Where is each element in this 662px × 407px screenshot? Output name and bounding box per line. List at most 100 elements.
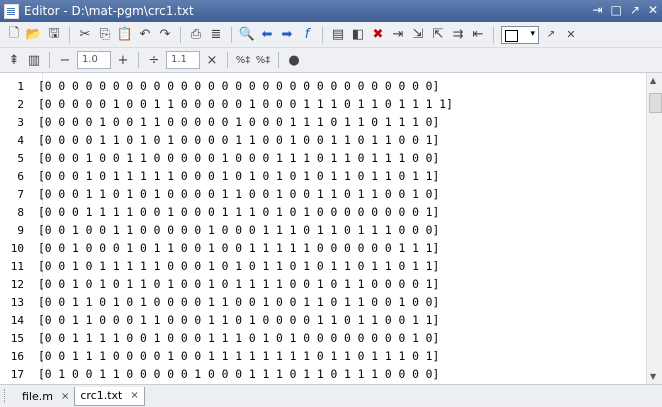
undock-button[interactable]: ⇥ — [592, 3, 602, 17]
line-text[interactable]: [0 0 1 0 1 0 1 1 0 1 0 0 1 0 1 1 1 1 0 0… — [38, 278, 439, 291]
step-in-icon[interactable]: ⇲ — [410, 27, 426, 43]
close-tab-icon[interactable]: × — [130, 390, 138, 401]
line-text[interactable]: [0 0 1 0 1 1 1 1 1 0 0 0 1 0 1 0 1 1 0 1… — [38, 260, 439, 273]
code-line: 1 [0 0 0 0 0 0 0 0 0 0 0 0 0 0 0 0 0 0 0 … — [0, 77, 640, 95]
plus-icon[interactable]: + — [115, 52, 131, 68]
chevron-down-icon: ▾ — [530, 28, 535, 39]
line-text[interactable]: [0 1 0 0 1 1 0 0 0 0 0 1 0 0 0 1 1 1 0 1… — [38, 368, 439, 381]
step-icon[interactable]: ⇥ — [390, 27, 406, 43]
line-number: 15 — [10, 331, 24, 345]
breakpoint-clear-icon[interactable]: ✖ — [370, 27, 386, 43]
separator — [322, 26, 323, 43]
window-title: Editor - D:\mat-pgm\crc1.txt — [24, 4, 194, 18]
undock-icon[interactable]: ↗ — [543, 27, 559, 43]
line-text[interactable]: [0 0 1 1 1 1 0 0 1 0 0 0 1 1 1 0 1 0 1 0… — [38, 332, 439, 345]
code-line: 12 [0 0 1 0 1 0 1 1 0 1 0 0 1 0 1 1 1 1 0… — [0, 275, 640, 293]
separator — [493, 26, 494, 43]
document-tabs: file.m × crc1.txt × — [0, 384, 662, 407]
close-window-button[interactable]: ✕ — [648, 3, 658, 17]
separator — [49, 52, 50, 68]
line-number: 2 — [17, 97, 24, 111]
main-toolbar: 🗋 📂 🖫 ✂ ⎘ 📋 ↶ ↷ ⎙ ≣ 🔍 ⬅ ➡ f ▤ ◧ ✖ ⇥ ⇲ ⇱ … — [0, 22, 662, 48]
new-file-icon[interactable]: 🗋 — [6, 26, 22, 43]
line-number: 12 — [10, 277, 24, 291]
find-icon[interactable]: 🔍 — [239, 27, 255, 43]
redo-icon[interactable]: ↷ — [157, 27, 173, 43]
print-icon[interactable]: ⎙ — [188, 27, 204, 43]
line-text[interactable]: [0 0 0 0 1 1 0 1 0 1 0 0 0 0 1 1 0 0 1 0… — [38, 134, 439, 147]
line-text[interactable]: [0 0 0 1 1 0 1 0 1 0 0 0 0 1 1 0 0 1 0 0… — [38, 188, 439, 201]
layout-dropdown[interactable]: ▾ — [501, 25, 539, 44]
separator — [180, 26, 181, 43]
vertical-scrollbar[interactable]: ▲ ▼ — [646, 73, 662, 384]
publish-icon[interactable]: ● — [286, 52, 302, 68]
line-number: 14 — [10, 313, 24, 327]
title-bar: Editor - D:\mat-pgm\crc1.txt ⇥ □ ↗ ✕ — [0, 0, 662, 22]
breakpoint-set-icon[interactable]: ◧ — [350, 27, 366, 43]
line-text[interactable]: [0 0 1 0 0 0 1 0 1 1 0 0 1 0 0 1 1 1 1 1… — [38, 242, 439, 255]
cell-eval-icon[interactable]: ▥ — [26, 52, 42, 68]
divide-icon[interactable]: ÷ — [146, 52, 162, 68]
line-text[interactable]: [0 0 0 1 0 0 1 1 0 0 0 0 0 1 0 0 0 1 1 1… — [38, 152, 439, 165]
line-text[interactable]: [0 0 0 0 1 0 0 1 1 0 0 0 0 0 1 0 0 0 1 1… — [38, 116, 439, 129]
editor-area[interactable]: 1 [0 0 0 0 0 0 0 0 0 0 0 0 0 0 0 0 0 0 0 … — [0, 73, 662, 384]
step-out-icon[interactable]: ⇱ — [430, 27, 446, 43]
line-text[interactable]: [0 0 0 0 0 0 0 0 0 0 0 0 0 0 0 0 0 0 0 0… — [38, 80, 439, 93]
scrollbar-thumb[interactable] — [649, 93, 662, 113]
cell-toolbar: ⇞ ▥ − 1.0 + ÷ 1.1 × %‡ %‡ ● — [0, 48, 662, 73]
line-text[interactable]: [0 0 1 1 0 0 0 1 1 0 0 0 1 1 0 1 0 0 0 0… — [38, 314, 439, 327]
restore-button[interactable]: ↗ — [630, 3, 640, 17]
line-text[interactable]: [0 0 1 0 0 1 1 0 0 0 0 0 1 0 0 0 1 1 1 0… — [38, 224, 439, 237]
comment-icon[interactable]: %‡ — [235, 52, 251, 68]
line-text[interactable]: [0 0 0 1 0 1 1 1 1 1 0 0 0 1 0 1 0 1 0 1… — [38, 170, 439, 183]
tab-crc1-txt[interactable]: crc1.txt × — [74, 386, 145, 406]
cell-mode-icon[interactable]: ▤ — [330, 27, 346, 43]
code-line: 6 [0 0 0 1 0 1 1 1 1 1 0 0 0 1 0 1 0 1 0 … — [0, 167, 640, 185]
multiply-icon[interactable]: × — [204, 52, 220, 68]
cell-run-icon[interactable]: ⇞ — [6, 52, 22, 68]
line-text[interactable]: [0 0 1 1 0 1 0 1 0 0 0 0 1 1 0 0 1 0 0 1… — [38, 296, 439, 309]
continue-icon[interactable]: ⇉ — [450, 27, 466, 43]
save-icon[interactable]: 🖫 — [46, 26, 62, 43]
code-line: 8 [0 0 0 1 1 1 1 0 0 1 0 0 0 1 1 1 0 1 0 … — [0, 203, 640, 221]
separator — [227, 52, 228, 68]
undo-icon[interactable]: ↶ — [137, 27, 153, 43]
line-text[interactable]: [0 0 0 1 1 1 1 0 0 1 0 0 0 1 1 1 0 1 0 1… — [38, 206, 439, 219]
tab-file-m[interactable]: file.m × — [17, 387, 74, 405]
line-number: 1 — [17, 79, 24, 93]
close-icon[interactable]: ✕ — [563, 27, 579, 43]
line-number: 5 — [17, 151, 24, 165]
compare-icon[interactable]: ≣ — [208, 27, 224, 43]
code-line: 7 [0 0 0 1 1 0 1 0 1 0 0 0 0 1 1 0 0 1 0 … — [0, 185, 640, 203]
tab-label[interactable]: file.m — [22, 390, 53, 403]
uncomment-icon[interactable]: %‡ — [255, 52, 271, 68]
exit-debug-icon[interactable]: ⇤ — [470, 27, 486, 43]
line-text[interactable]: [0 0 1 1 1 0 0 0 0 1 0 0 1 1 1 1 1 1 1 1… — [38, 350, 439, 363]
code-line: 5 [0 0 0 1 0 0 1 1 0 0 0 0 0 1 0 0 0 1 1 … — [0, 149, 640, 167]
function-icon[interactable]: f — [299, 27, 315, 43]
close-tab-icon[interactable]: × — [61, 391, 69, 402]
editor-app-icon — [4, 3, 19, 19]
code-line: 9 [0 0 1 0 0 1 1 0 0 0 0 0 1 0 0 0 1 1 1 … — [0, 221, 640, 239]
code-line: 3 [0 0 0 0 1 0 0 1 1 0 0 0 0 0 1 0 0 0 1 … — [0, 113, 640, 131]
maximize-button[interactable]: □ — [611, 3, 622, 17]
decrement-value-input[interactable]: 1.0 — [77, 51, 111, 69]
line-number: 6 — [17, 169, 24, 183]
increment-value-input[interactable]: 1.1 — [166, 51, 200, 69]
line-number: 13 — [10, 295, 24, 309]
line-number: 4 — [17, 133, 24, 147]
scroll-up-icon[interactable]: ▲ — [650, 76, 656, 85]
tab-label[interactable]: crc1.txt — [80, 389, 122, 402]
tab-grip — [4, 389, 11, 403]
forward-icon[interactable]: ➡ — [279, 27, 295, 43]
back-icon[interactable]: ⬅ — [259, 27, 275, 43]
copy-icon[interactable]: ⎘ — [97, 27, 113, 43]
layout-square-icon — [505, 29, 518, 42]
minus-icon[interactable]: − — [57, 52, 73, 68]
cut-icon[interactable]: ✂ — [77, 27, 93, 43]
line-text[interactable]: [0 0 0 0 0 1 0 0 1 1 0 0 0 0 0 1 0 0 0 1… — [38, 98, 453, 111]
code-line: 11 [0 0 1 0 1 1 1 1 1 0 0 0 1 0 1 0 1 1 0… — [0, 257, 640, 275]
paste-icon[interactable]: 📋 — [117, 27, 133, 43]
open-folder-icon[interactable]: 📂 — [26, 27, 42, 43]
scroll-down-icon[interactable]: ▼ — [650, 372, 656, 381]
